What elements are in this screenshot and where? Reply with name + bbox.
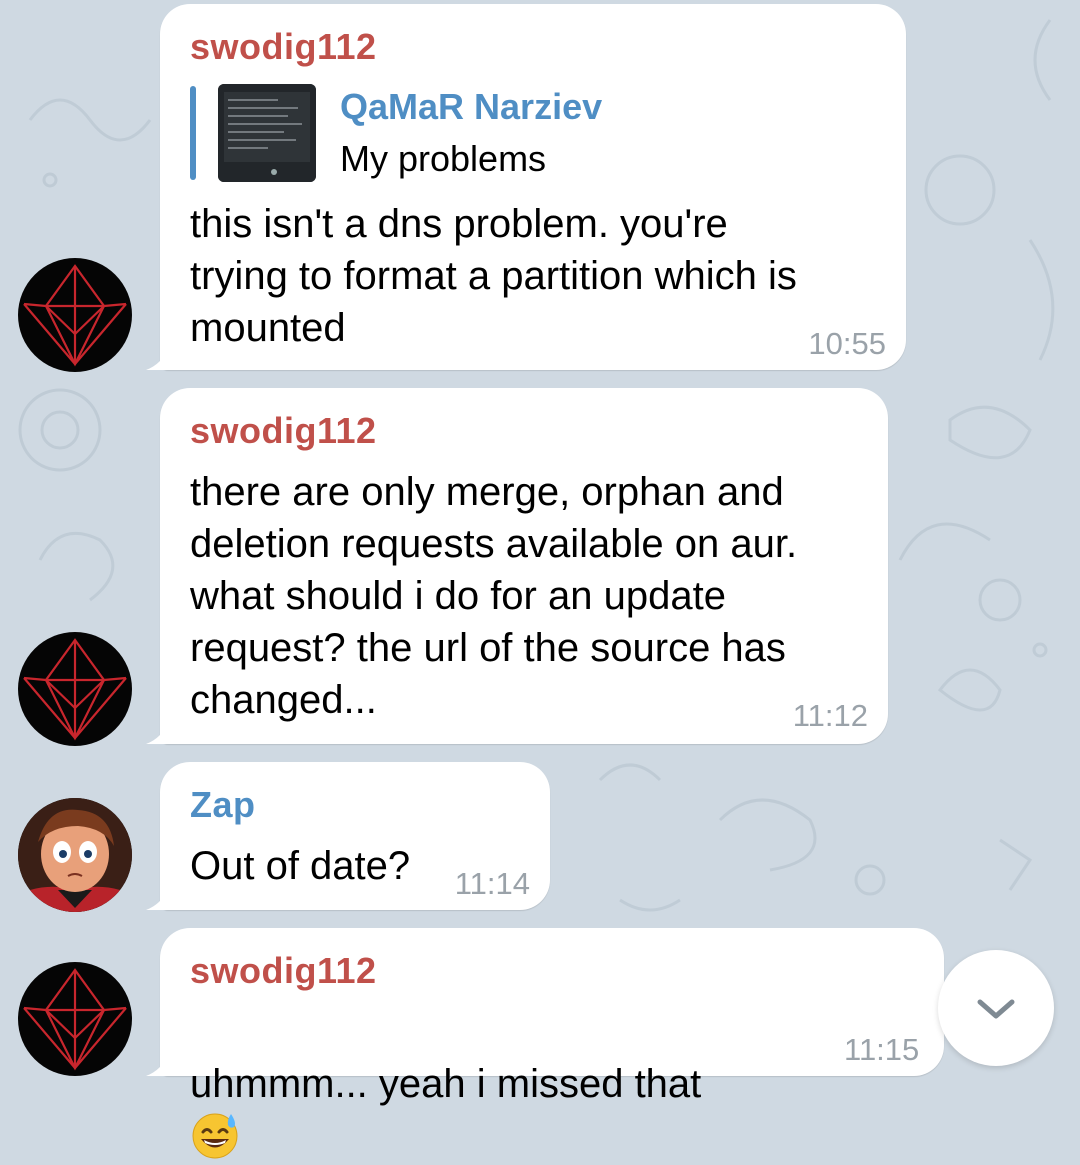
message-time: 11:15 (844, 1032, 920, 1067)
chevron-down-icon (977, 999, 1015, 1019)
bubble-tail (146, 720, 170, 744)
message-text: Out of date? (190, 844, 411, 888)
reply-bar (190, 86, 196, 180)
message-text: there are only merge, orphan and deletio… (190, 470, 798, 722)
message-bubble[interactable]: swodig112 there are only merge, orphan a… (146, 388, 888, 744)
message-text-row: uhmmm... yeah i missed that (190, 1006, 701, 1165)
reply-thumbnail[interactable] (218, 84, 316, 182)
sender-name[interactable]: Zap (190, 784, 256, 826)
sender-name[interactable]: swodig112 (190, 950, 377, 992)
geometric-logo-icon (23, 968, 127, 1071)
geometric-logo-icon (23, 264, 127, 367)
bubble-tail (146, 1052, 170, 1076)
message-time: 11:12 (792, 698, 868, 733)
message-time: 10:55 (808, 326, 886, 361)
bubble-tail (146, 886, 170, 910)
message-time: 11:14 (454, 866, 530, 901)
message-text: this isn't a dns problem. you're trying … (190, 202, 797, 350)
reply-sender-name: QaMaR Narziev (340, 86, 603, 127)
scroll-down-button[interactable] (938, 950, 1054, 1066)
avatar-zap[interactable] (18, 798, 132, 912)
sender-name[interactable]: swodig112 (190, 26, 377, 68)
reply-text: My problems (340, 138, 547, 179)
geometric-logo-icon (23, 638, 127, 741)
bubble-tail (146, 346, 170, 370)
avatar-swodig112[interactable] (18, 258, 132, 372)
reply-preview[interactable]: QaMaR Narziev My problems (190, 84, 690, 182)
grinning-sweat-emoji-icon (192, 1113, 238, 1159)
avatar-swodig112[interactable] (18, 962, 132, 1076)
message-bubble[interactable]: Zap Out of date? 11:14 (146, 762, 550, 910)
avatar-swodig112[interactable] (18, 632, 132, 746)
message-text: uhmmm... yeah i missed that (190, 1062, 702, 1106)
message-bubble[interactable]: swodig112 uhmmm... yeah i missed that 11… (146, 928, 944, 1159)
message-bubble[interactable]: swodig112 QaMaR Narziev My problems this… (146, 4, 906, 370)
sender-name[interactable]: swodig112 (190, 410, 377, 452)
cartoon-boy-avatar-icon (18, 798, 132, 912)
